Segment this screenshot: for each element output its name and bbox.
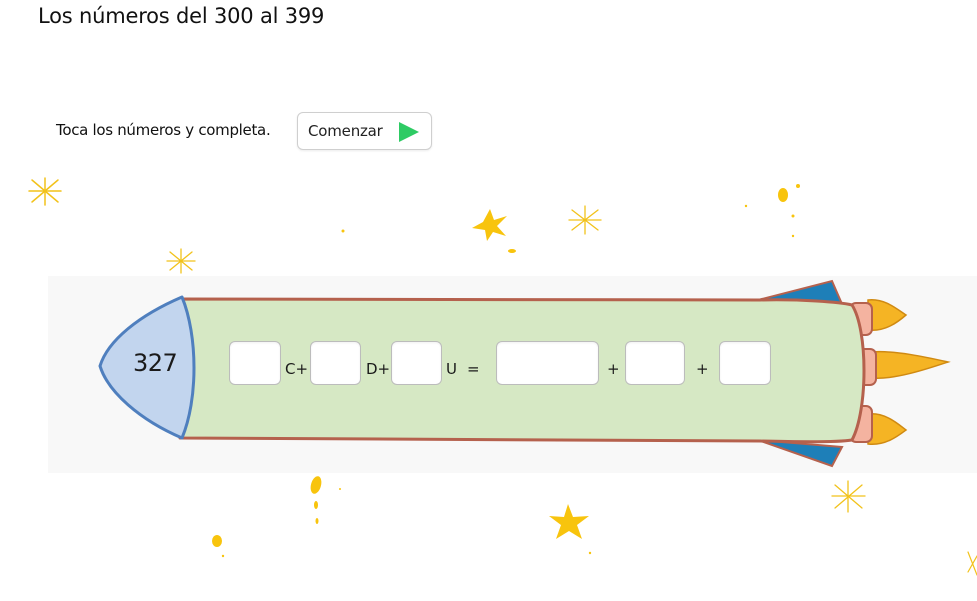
sum-units-input[interactable]	[719, 341, 771, 385]
target-number: 327	[133, 349, 178, 377]
rocket-fin-bottom	[757, 439, 844, 468]
plus-sign-1: +	[607, 360, 620, 378]
tens-input[interactable]	[310, 341, 361, 385]
units-label: U	[446, 360, 457, 378]
hundreds-input[interactable]	[229, 341, 281, 385]
sum-tens-input[interactable]	[625, 341, 685, 385]
plus-sign-2: +	[696, 360, 709, 378]
equals-sign: =	[467, 360, 480, 378]
rocket-illustration	[98, 279, 951, 468]
sum-hundreds-input[interactable]	[496, 341, 599, 385]
units-input[interactable]	[391, 341, 442, 385]
hundreds-label: C+	[285, 360, 309, 378]
rocket-flame-bottom	[867, 413, 908, 445]
rocket-flame-middle	[871, 350, 951, 379]
tens-label: D+	[366, 360, 391, 378]
rocket-flame-top	[867, 299, 908, 331]
